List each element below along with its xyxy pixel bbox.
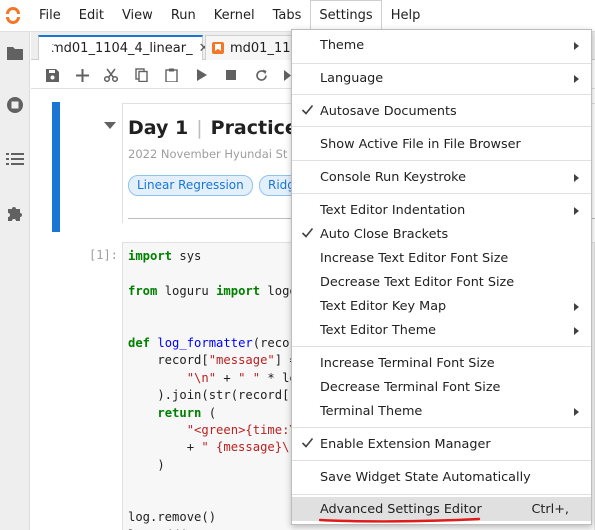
menu-item-text-editor-key-map[interactable]: Text Editor Key Map	[292, 294, 591, 318]
menu-divider	[292, 94, 591, 95]
menu-divider	[292, 63, 591, 64]
menu-item-auto-close-brackets[interactable]: Auto Close Brackets	[292, 222, 591, 246]
shortcut-label: Ctrl+,	[531, 501, 569, 517]
menu-divider	[292, 460, 591, 461]
menu-item-theme[interactable]: Theme	[292, 33, 591, 57]
red-underline-annotation	[319, 517, 481, 523]
menu-divider	[292, 126, 591, 127]
extension-puzzle-icon[interactable]	[4, 202, 26, 224]
running-kernels-icon[interactable]	[4, 94, 26, 116]
menu-bar: File Edit View Run Kernel Tabs Settings …	[0, 0, 595, 32]
heading-separator: |	[196, 117, 203, 139]
code-editor[interactable]: import sys from loguru import logg def l…	[128, 248, 297, 530]
stop-icon[interactable]	[221, 65, 241, 85]
folder-icon[interactable]	[4, 42, 26, 64]
menu-item-show-active-file[interactable]: Show Active File in File Browser	[292, 132, 591, 156]
restart-icon[interactable]	[251, 65, 271, 85]
menu-item-increase-terminal-font[interactable]: Increase Terminal Font Size	[292, 351, 591, 375]
paste-icon[interactable]	[161, 65, 181, 85]
settings-menu: Theme Language Autosave Documents Show A…	[291, 29, 592, 525]
copy-icon[interactable]	[131, 65, 151, 85]
submenu-arrow-icon	[574, 327, 579, 335]
menu-divider	[292, 346, 591, 347]
notebook-heading: Day 1 | Practice 4	[128, 117, 318, 139]
add-cell-icon[interactable]	[72, 65, 92, 85]
menu-item-decrease-terminal-font[interactable]: Decrease Terminal Font Size	[292, 375, 591, 399]
caret-down-icon[interactable]	[104, 122, 116, 129]
menu-divider	[292, 494, 591, 495]
menu-settings[interactable]: Settings	[310, 0, 382, 32]
cell-collapser[interactable]	[52, 102, 60, 232]
submenu-arrow-icon	[574, 408, 579, 416]
menu-item-autosave-documents[interactable]: Autosave Documents	[292, 99, 591, 123]
submenu-arrow-icon	[574, 174, 579, 182]
menu-divider	[292, 193, 591, 194]
menu-item-decrease-text-editor-font[interactable]: Decrease Text Editor Font Size	[292, 270, 591, 294]
table-of-contents-icon[interactable]	[4, 148, 26, 170]
tab-label: md01_1104_4_linear_	[51, 41, 193, 56]
run-icon[interactable]	[191, 65, 211, 85]
heading-day: Day 1	[128, 117, 189, 139]
menu-item-increase-text-editor-font[interactable]: Increase Text Editor Font Size	[292, 246, 591, 270]
notebook-icon	[212, 42, 224, 54]
tag-linear-regression: Linear Regression	[128, 175, 253, 196]
left-sidebar	[0, 32, 30, 530]
checkmark-icon	[301, 227, 314, 238]
cell-prompt: [1]:	[89, 248, 118, 262]
menu-item-language[interactable]: Language	[292, 66, 591, 90]
submenu-arrow-icon	[574, 75, 579, 83]
menu-item-text-editor-theme[interactable]: Text Editor Theme	[292, 318, 591, 342]
menu-run[interactable]: Run	[162, 0, 205, 32]
menu-item-save-widget-state[interactable]: Save Widget State Automatically	[292, 465, 591, 489]
menu-item-text-editor-indentation[interactable]: Text Editor Indentation	[292, 198, 591, 222]
submenu-arrow-icon	[574, 42, 579, 50]
checkmark-icon	[301, 104, 314, 115]
menu-file[interactable]: File	[30, 0, 70, 32]
jupyter-logo	[0, 0, 30, 32]
tab-label: md01_110	[230, 40, 299, 56]
notebook-subtitle: 2022 November Hyundai St	[128, 147, 288, 161]
menu-view[interactable]: View	[113, 0, 162, 32]
menu-item-terminal-theme[interactable]: Terminal Theme	[292, 399, 591, 423]
menu-help[interactable]: Help	[382, 0, 430, 32]
menu-kernel[interactable]: Kernel	[205, 0, 264, 32]
tab-notebook-1[interactable]: md01_1104_4_linear_ ✕	[38, 35, 210, 60]
menu-edit[interactable]: Edit	[70, 0, 113, 32]
menu-divider	[292, 160, 591, 161]
menu-tabs[interactable]: Tabs	[264, 0, 311, 32]
save-icon[interactable]	[42, 65, 62, 85]
menu-item-enable-extension-manager[interactable]: Enable Extension Manager	[292, 432, 591, 456]
cut-icon[interactable]	[101, 65, 121, 85]
submenu-arrow-icon	[574, 303, 579, 311]
menu-item-console-run-keystroke[interactable]: Console Run Keystroke	[292, 165, 591, 189]
checkmark-icon	[301, 437, 314, 448]
menu-divider	[292, 427, 591, 428]
submenu-arrow-icon	[574, 207, 579, 215]
